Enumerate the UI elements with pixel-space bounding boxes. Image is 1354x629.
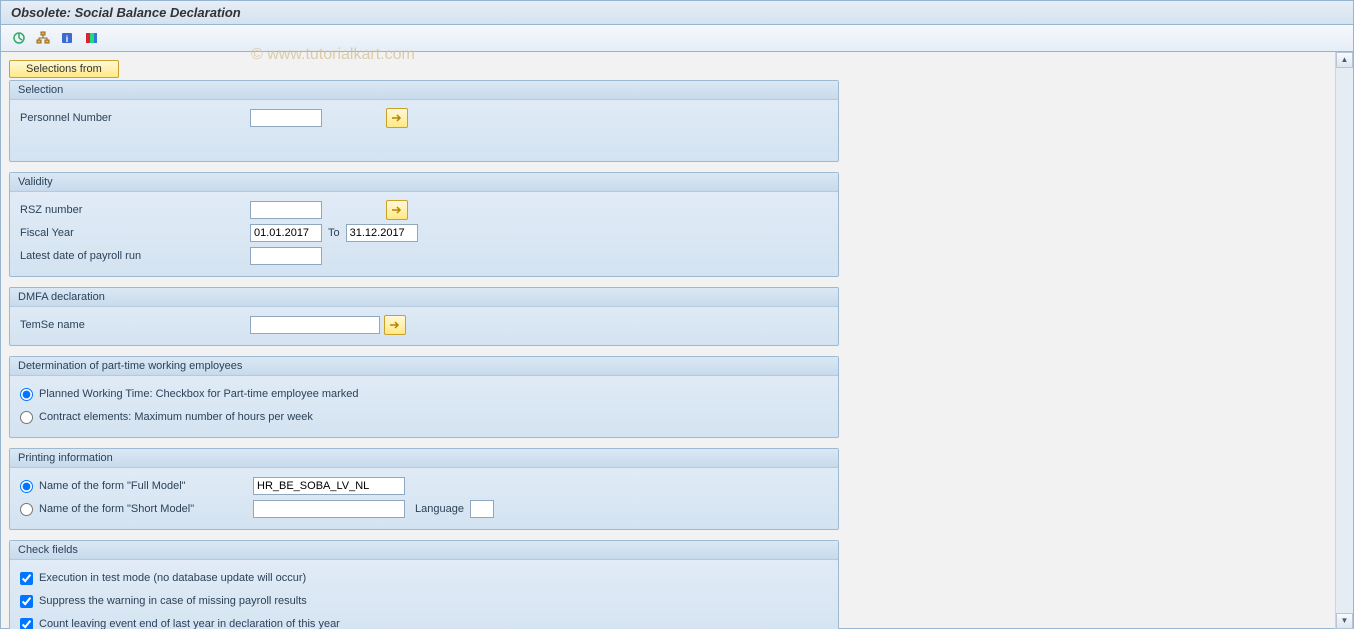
suppress-warning-label: Suppress the warning in case of missing … (39, 595, 307, 607)
full-model-label: Name of the form "Full Model" (39, 480, 253, 492)
app-toolbar: i (1, 25, 1353, 52)
rsz-number-input[interactable] (250, 201, 322, 219)
content-area: Selections from Selection Personnel Numb… (1, 52, 1335, 629)
test-mode-label: Execution in test mode (no database upda… (39, 572, 306, 584)
suppress-warning-checkbox[interactable] (20, 595, 33, 608)
full-model-input[interactable] (253, 477, 405, 495)
full-model-radio[interactable] (20, 480, 33, 493)
rsz-multiple-selection-button[interactable] (386, 200, 408, 220)
fiscal-year-from-input[interactable] (250, 224, 322, 242)
short-model-label: Name of the form "Short Model" (39, 503, 253, 515)
group-title-validity: Validity (10, 173, 838, 192)
personnel-number-label: Personnel Number (20, 112, 250, 124)
group-dmfa: DMFA declaration TemSe name (9, 287, 839, 346)
count-leaving-checkbox[interactable] (20, 618, 33, 629)
test-mode-checkbox[interactable] (20, 572, 33, 585)
language-label: Language (415, 503, 464, 515)
personnel-number-input[interactable] (250, 109, 322, 127)
latest-payroll-input[interactable] (250, 247, 322, 265)
to-label: To (328, 227, 340, 239)
group-title-dmfa: DMFA declaration (10, 288, 838, 307)
vertical-scrollbar[interactable]: ▲ ▼ (1335, 52, 1353, 629)
count-leaving-label: Count leaving event end of last year in … (39, 618, 340, 629)
fiscal-year-label: Fiscal Year (20, 227, 250, 239)
group-printing: Printing information Name of the form "F… (9, 448, 839, 530)
page-title: Obsolete: Social Balance Declaration (11, 5, 241, 20)
short-model-radio[interactable] (20, 503, 33, 516)
temse-multiple-selection-button[interactable] (384, 315, 406, 335)
app-window: Obsolete: Social Balance Declaration i ©… (0, 0, 1354, 629)
group-selection: Selection Personnel Number (9, 80, 839, 162)
group-parttime: Determination of part-time working emplo… (9, 356, 839, 438)
info-icon[interactable]: i (57, 29, 77, 47)
rsz-number-label: RSZ number (20, 204, 250, 216)
language-input[interactable] (470, 500, 494, 518)
svg-text:i: i (66, 34, 69, 44)
scroll-down-icon[interactable]: ▼ (1336, 613, 1353, 629)
contract-elements-radio[interactable] (20, 411, 33, 424)
planned-working-time-radio[interactable] (20, 388, 33, 401)
group-title-printing: Printing information (10, 449, 838, 468)
execute-icon[interactable] (9, 29, 29, 47)
org-struct-icon[interactable] (33, 29, 53, 47)
planned-working-time-label: Planned Working Time: Checkbox for Part-… (39, 388, 359, 400)
group-title-selection: Selection (10, 81, 838, 100)
title-bar: Obsolete: Social Balance Declaration (1, 1, 1353, 25)
scroll-up-icon[interactable]: ▲ (1336, 52, 1353, 68)
short-model-input[interactable] (253, 500, 405, 518)
selections-from-button[interactable]: Selections from (9, 60, 119, 78)
group-checks: Check fields Execution in test mode (no … (9, 540, 839, 629)
personnel-multiple-selection-button[interactable] (386, 108, 408, 128)
group-title-parttime: Determination of part-time working emplo… (10, 357, 838, 376)
color-legend-icon[interactable] (81, 29, 101, 47)
group-title-checks: Check fields (10, 541, 838, 560)
latest-payroll-label: Latest date of payroll run (20, 250, 250, 262)
fiscal-year-to-input[interactable] (346, 224, 418, 242)
temse-input[interactable] (250, 316, 380, 334)
temse-label: TemSe name (20, 319, 250, 331)
contract-elements-label: Contract elements: Maximum number of hou… (39, 411, 313, 423)
group-validity: Validity RSZ number Fiscal Year To (9, 172, 839, 277)
